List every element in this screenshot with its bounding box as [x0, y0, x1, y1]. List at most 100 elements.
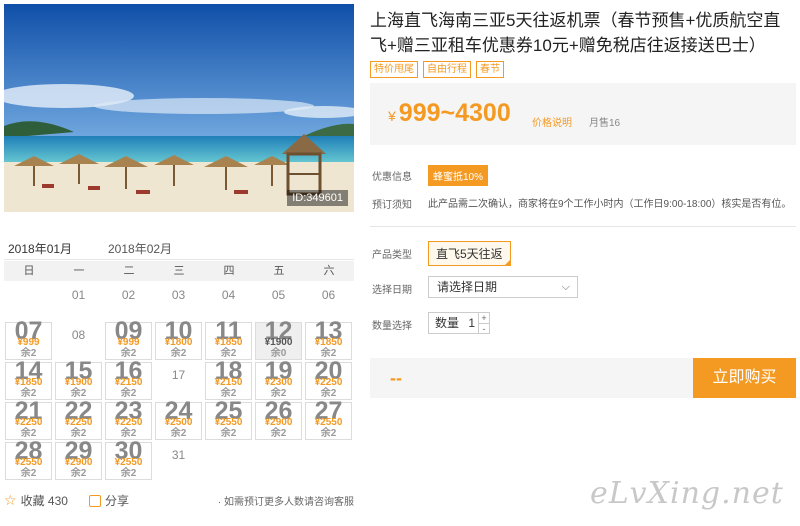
day-price: ¥2250 [64, 417, 93, 428]
calendar-day: 06 [305, 282, 352, 320]
day-stock: 余2 [170, 348, 187, 359]
watermark: eLvXing.net [590, 476, 784, 511]
day-number: 14 [14, 357, 43, 385]
day-price: ¥2150 [214, 377, 243, 388]
product-type-option[interactable]: 直飞5天往返 [428, 241, 511, 266]
monthly-sales: 月售16 [589, 118, 621, 129]
quantity-stepper[interactable]: 数量 1 + - [428, 312, 490, 334]
favorite-count: 收藏 430 [20, 494, 68, 508]
day-stock: 余2 [120, 468, 137, 479]
day-number: 02 [121, 288, 136, 302]
calendar-day[interactable]: 16 ¥2150 余2 [105, 357, 152, 400]
calendar-day[interactable]: 28 ¥2550 余2 [5, 437, 52, 480]
day-price: ¥2300 [264, 377, 293, 388]
day-price: ¥2550 [14, 457, 43, 468]
day-stock: 余2 [270, 428, 287, 439]
month-tabs: 2018年01月 2018年02月 [4, 236, 354, 264]
day-price: ¥1900 [64, 377, 93, 388]
calendar-day: 02 [105, 282, 152, 320]
day-number: 17 [171, 368, 186, 382]
photo-id-label: ID:349601 [287, 190, 348, 206]
day-number: 01 [71, 288, 86, 302]
date-label: 选择日期 [372, 285, 412, 296]
share-button[interactable]: 分享 [89, 492, 129, 509]
favorite-button[interactable]: ☆ 收藏 430 [4, 492, 68, 509]
promo-label: 优惠信息 [372, 172, 412, 183]
calendar-day[interactable]: 30 ¥2550 余2 [105, 439, 152, 480]
calendar-day[interactable]: 09 ¥999 余2 [105, 319, 152, 360]
day-number: 15 [64, 357, 93, 385]
promo-badge: 蜂蜜抵10% [428, 165, 489, 186]
calendar-day[interactable]: 29 ¥2900 余2 [55, 437, 102, 480]
quantity-text: 数量 [435, 316, 460, 330]
weekday-label: 六 [323, 265, 335, 277]
calendar-day[interactable]: 25 ¥2550 余2 [205, 397, 252, 440]
price-range: ¥999~4300 [388, 99, 511, 128]
day-number: 18 [214, 357, 243, 385]
price-box: ¥999~4300 价格说明 月售16 [370, 83, 796, 145]
calendar-day[interactable]: 24 ¥2500 余2 [155, 399, 202, 440]
quantity-value: 1 [468, 316, 476, 330]
day-price: ¥2900 [64, 457, 93, 468]
buy-now-button[interactable]: 立即购买 [693, 358, 796, 398]
weekday-header: 日 一 二 三 四 五 六 [4, 261, 354, 281]
group-booking-note: · 如需预订更多人数请咨询客服 [217, 497, 354, 508]
day-stock: 余2 [70, 468, 87, 479]
day-stock: 余2 [20, 468, 37, 479]
calendar-day[interactable]: 14 ¥1850 余2 [5, 357, 52, 400]
calendar-day[interactable]: 27 ¥2550 余2 [305, 397, 352, 440]
calendar-day[interactable]: 15 ¥1900 余2 [55, 357, 102, 400]
share-icon [89, 494, 101, 507]
day-price: ¥2550 [314, 417, 343, 428]
tab-month-jan[interactable]: 2018年01月 [4, 236, 77, 264]
price-value: 999~4300 [398, 99, 511, 127]
day-number: 20 [314, 357, 343, 385]
calendar-day[interactable]: 12 ¥1900 余0 [255, 319, 302, 360]
day-price: ¥2250 [314, 377, 343, 388]
day-price: ¥1850 [14, 377, 43, 388]
quantity-spinner[interactable]: + - [478, 313, 489, 334]
day-price: ¥1850 [214, 337, 243, 348]
decrement-icon[interactable]: - [479, 324, 489, 334]
day-number: 06 [321, 288, 336, 302]
day-number: 22 [64, 397, 93, 425]
day-number: 13 [314, 317, 343, 345]
calendar-day[interactable]: 26 ¥2900 余2 [255, 399, 302, 440]
calendar-day[interactable]: 20 ¥2250 余2 [305, 357, 352, 400]
calendar-day[interactable]: 13 ¥1850 余2 [305, 317, 352, 360]
day-price: ¥2250 [114, 417, 143, 428]
divider [370, 226, 796, 227]
day-number: 11 [215, 317, 242, 345]
calendar-day[interactable]: 10 ¥1800 余2 [155, 319, 202, 360]
calendar-day[interactable]: 22 ¥2250 余2 [55, 397, 102, 440]
day-price: ¥1800 [164, 337, 193, 348]
day-number: 07 [14, 317, 43, 345]
calendar-day: 31 [155, 442, 202, 480]
product-title: 上海直飞海南三亚5天往返机票（春节预售+优质航空直飞+赠三亚租车优惠券10元+赠… [370, 11, 781, 55]
price-note-link[interactable]: 价格说明 [532, 114, 572, 129]
tag: 春节 [476, 61, 504, 78]
day-number: 16 [114, 357, 143, 385]
calendar-day[interactable]: 19 ¥2300 余2 [255, 359, 302, 400]
calendar-day[interactable]: 23 ¥2250 余2 [105, 399, 152, 440]
day-number: 25 [214, 397, 243, 425]
calendar-day[interactable]: 11 ¥1850 余2 [205, 317, 252, 360]
day-price: ¥999 [117, 337, 140, 348]
day-number: 29 [64, 437, 93, 465]
tag: 自由行程 [423, 61, 471, 78]
day-number: 27 [314, 397, 343, 425]
calendar-day[interactable]: 07 ¥999 余2 [5, 317, 52, 360]
increment-icon[interactable]: + [479, 313, 489, 324]
weekday-label: 四 [223, 265, 235, 277]
calendar-day[interactable]: 21 ¥2250 余2 [5, 399, 52, 440]
weekday-label: 日 [23, 265, 35, 277]
product-photo[interactable]: ID:349601 [4, 4, 354, 212]
calendar-day: 03 [155, 282, 202, 320]
day-number: 31 [171, 448, 186, 462]
day-number: 03 [171, 288, 186, 302]
calendar-day[interactable]: 18 ¥2150 余2 [205, 357, 252, 400]
day-number: 28 [14, 437, 43, 465]
currency-symbol: ¥ [388, 108, 396, 124]
tab-month-feb[interactable]: 2018年02月 [104, 236, 176, 262]
date-select[interactable]: 请选择日期 ⌵ [428, 276, 578, 298]
